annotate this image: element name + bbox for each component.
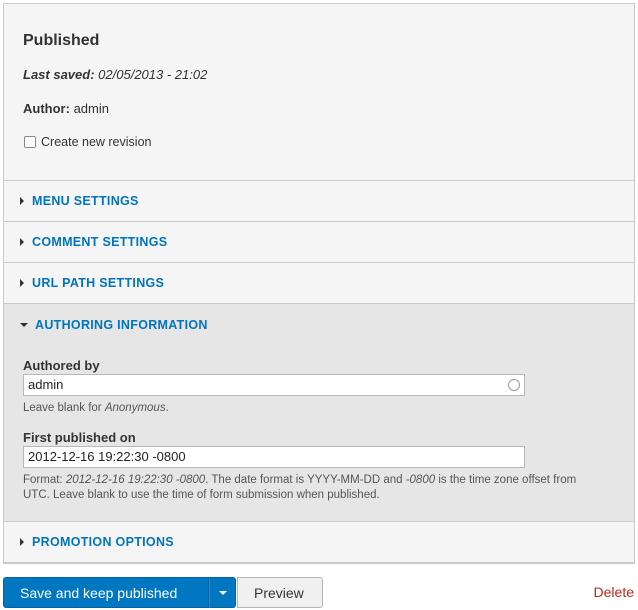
revision-checkbox-label[interactable]: Create new revision — [41, 135, 151, 149]
authored-by-value: admin — [28, 377, 64, 392]
section-url-path-settings[interactable]: URL PATH SETTINGS — [4, 263, 634, 304]
published-on-input[interactable]: 2012-12-16 19:22:30 -0800 — [23, 446, 525, 468]
authored-by-input[interactable]: admin — [23, 374, 525, 396]
section-promotion-options[interactable]: PROMOTION OPTIONS — [4, 522, 634, 563]
status-title: Published — [23, 32, 100, 49]
published-on-value: 2012-12-16 19:22:30 -0800 — [28, 449, 186, 464]
triangle-down-icon — [20, 323, 28, 327]
section-label[interactable]: URL PATH SETTINGS — [32, 276, 164, 290]
form-actions: Save and keep published Preview — [3, 577, 323, 608]
autocomplete-throbber-icon — [508, 379, 520, 391]
authored-by-help: Leave blank for Anonymous. — [23, 402, 169, 414]
published-on-help: Format: 2012-12-16 19:22:30 -0800. The d… — [23, 474, 577, 501]
revision-row[interactable]: Create new revision — [23, 135, 634, 149]
authored-by-label: Authored by — [23, 358, 100, 373]
triangle-right-icon — [20, 537, 24, 546]
last-saved: Last saved: 02/05/2013 - 21:02 — [23, 67, 208, 82]
authoring-summary[interactable]: AUTHORING INFORMATION — [4, 304, 634, 345]
entity-meta: Published Last saved: 02/05/2013 - 21:02… — [4, 4, 634, 181]
section-label[interactable]: MENU SETTINGS — [32, 194, 139, 208]
section-label[interactable]: COMMENT SETTINGS — [32, 235, 167, 249]
section-label[interactable]: AUTHORING INFORMATION — [35, 318, 208, 332]
preview-button[interactable]: Preview — [237, 577, 323, 608]
save-options-toggle[interactable] — [209, 577, 236, 608]
revision-checkbox[interactable] — [24, 136, 36, 148]
save-button[interactable]: Save and keep published — [3, 577, 209, 608]
node-meta-panel: Published Last saved: 02/05/2013 - 21:02… — [3, 3, 635, 564]
triangle-right-icon — [20, 196, 24, 205]
section-authoring-information: AUTHORING INFORMATION Authored by admin … — [4, 304, 634, 522]
section-comment-settings[interactable]: COMMENT SETTINGS — [4, 222, 634, 263]
published-on-label: First published on — [23, 430, 136, 445]
section-label[interactable]: PROMOTION OPTIONS — [32, 535, 174, 549]
delete-link[interactable]: Delete — [594, 584, 634, 600]
triangle-right-icon — [20, 278, 24, 287]
caret-down-icon — [218, 590, 227, 595]
triangle-right-icon — [20, 237, 24, 246]
author-line: Author: admin — [23, 101, 109, 116]
section-menu-settings[interactable]: MENU SETTINGS — [4, 181, 634, 222]
authoring-form: Authored by admin Leave blank for Anonym… — [4, 345, 634, 503]
